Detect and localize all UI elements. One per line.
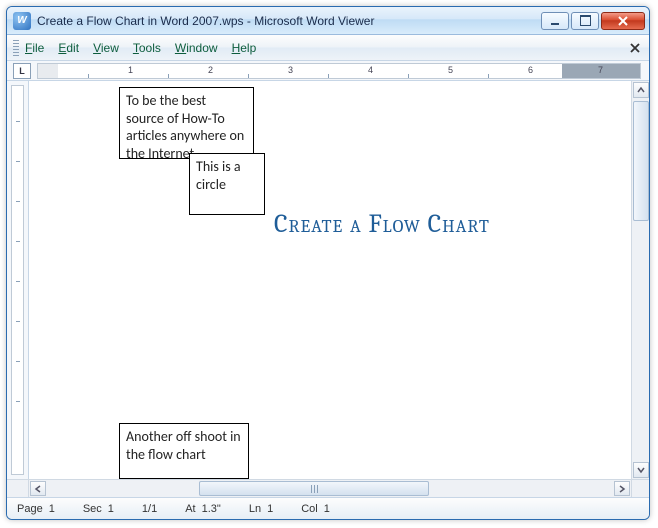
app-window: W Create a Flow Chart in Word 2007.wps -…	[6, 6, 650, 520]
ruler-number: 7	[598, 65, 603, 75]
ruler-number: 3	[288, 65, 293, 75]
scroll-thumb-horizontal[interactable]	[199, 481, 429, 496]
scroll-left-button[interactable]	[30, 481, 46, 496]
status-column: Col1	[301, 503, 330, 515]
document-viewport[interactable]: To be the best source of How-To articles…	[29, 81, 631, 479]
horizontal-scroll-row	[7, 479, 649, 497]
menu-help[interactable]: Help	[232, 41, 257, 55]
titlebar[interactable]: W Create a Flow Chart in Word 2007.wps -…	[7, 7, 649, 35]
close-icon	[630, 43, 640, 53]
status-section: Sec1	[83, 503, 114, 515]
window-title: Create a Flow Chart in Word 2007.wps - M…	[37, 14, 539, 28]
flowchart-shape[interactable]: To be the best source of How-To articles…	[119, 87, 254, 159]
toolbar-grip-icon[interactable]	[13, 40, 19, 56]
menu-edit[interactable]: Edit	[58, 41, 79, 55]
horizontal-scrollbar[interactable]	[29, 480, 631, 497]
menu: File Edit View Tools Window Help	[25, 41, 627, 55]
ruler-number: 1	[128, 65, 133, 75]
ruler-ticks: 1 2 3 4 5 6 7	[38, 64, 640, 78]
statusbar: Page1 Sec1 1/1 At1.3" Ln1 Col1	[7, 497, 649, 519]
client-area: To be the best source of How-To articles…	[7, 81, 649, 479]
document-page: To be the best source of How-To articles…	[29, 81, 639, 479]
horizontal-ruler[interactable]: 1 2 3 4 5 6 7	[37, 63, 641, 79]
scroll-thumb-vertical[interactable]	[633, 101, 649, 221]
tab-selector[interactable]: L	[13, 63, 31, 79]
close-document-button[interactable]	[627, 40, 643, 56]
vertical-ruler[interactable]	[7, 81, 29, 479]
menubar: File Edit View Tools Window Help	[7, 35, 649, 61]
flowchart-shape[interactable]: Another off shoot in the flow chart	[119, 423, 249, 479]
vertical-scrollbar[interactable]	[631, 81, 649, 479]
hscroll-pad	[7, 480, 29, 497]
app-icon[interactable]: W	[13, 12, 31, 30]
ruler-number: 6	[528, 65, 533, 75]
horizontal-ruler-row: L 1 2 3 4 5 6 7	[7, 61, 649, 81]
hscroll-track[interactable]	[199, 481, 611, 496]
menu-view[interactable]: View	[93, 41, 119, 55]
status-page: Page1	[17, 503, 55, 515]
status-at: At1.3"	[185, 503, 221, 515]
chevron-left-icon	[34, 485, 42, 493]
scroll-up-button[interactable]	[633, 82, 649, 98]
document-heading: Create a Flow Chart	[274, 209, 490, 239]
close-window-button[interactable]	[601, 12, 645, 30]
scroll-down-button[interactable]	[633, 462, 649, 478]
chevron-right-icon	[618, 485, 626, 493]
window-buttons	[539, 12, 645, 30]
ruler-number: 2	[208, 65, 213, 75]
chevron-up-icon	[637, 86, 645, 94]
menu-file[interactable]: File	[25, 41, 44, 55]
scroll-corner	[631, 480, 649, 497]
status-line: Ln1	[249, 503, 273, 515]
status-pages: 1/1	[142, 503, 157, 515]
ruler-number: 5	[448, 65, 453, 75]
menu-window[interactable]: Window	[175, 41, 218, 55]
scroll-right-button[interactable]	[614, 481, 630, 496]
flowchart-shape[interactable]: This is a circle	[189, 153, 265, 215]
chevron-down-icon	[637, 466, 645, 474]
close-icon	[618, 16, 628, 26]
minimize-button[interactable]	[541, 12, 569, 30]
maximize-button[interactable]	[571, 12, 599, 30]
menu-tools[interactable]: Tools	[133, 41, 161, 55]
ruler-number: 4	[368, 65, 373, 75]
